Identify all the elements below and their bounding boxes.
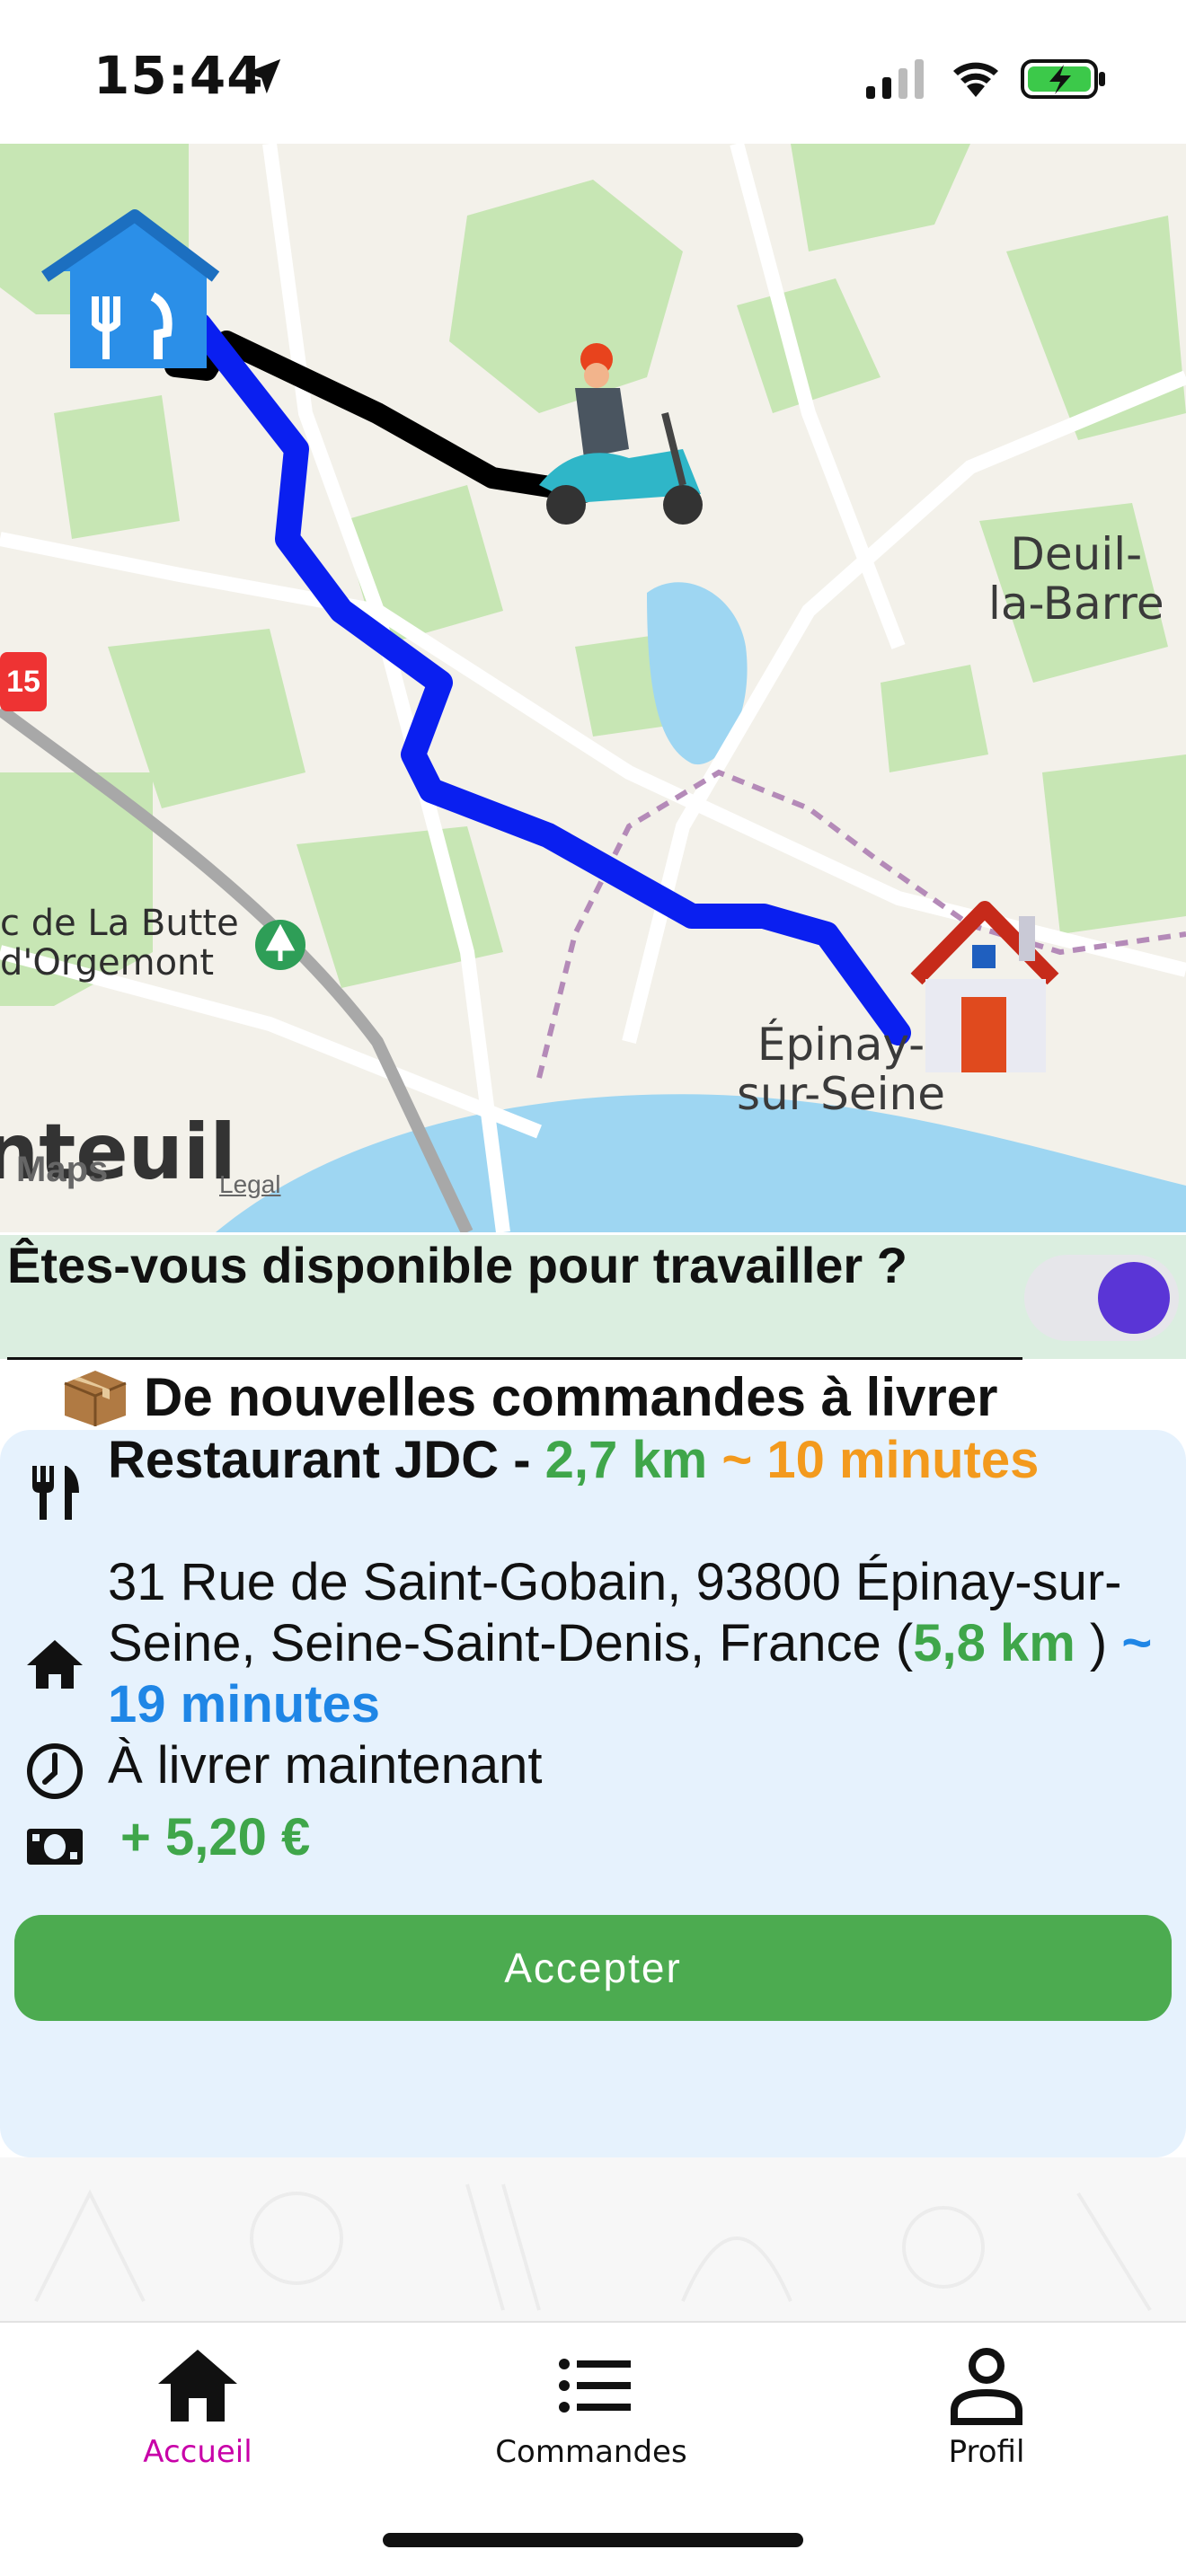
profile-icon [951,2348,1022,2425]
park-icon [255,920,305,970]
location-arrow-icon [245,58,281,94]
cash-icon [27,1829,83,1865]
map-label-epinay: Épinay- sur-Seine [737,1019,945,1120]
battery-charging-icon [1021,59,1105,99]
divider [7,1357,1022,1360]
tab-label: Profil [948,2434,1025,2470]
delivery-map[interactable]: Deuil- la-Barre Épinay- sur-Seine c de L… [0,144,1186,1232]
background-pattern [0,2157,1186,2321]
map-canvas [0,144,1186,1232]
availability-row: Êtes-vous disponible pour travailler ? [0,1235,1186,1360]
wifi-icon [953,62,998,97]
restaurant-name: Restaurant JDC - [108,1431,531,1489]
road-number-badge: 15 [0,652,47,711]
maps-logo: Maps [16,1150,109,1189]
maps-legal-link[interactable]: Legal [219,1170,281,1199]
clock-icon [27,1743,83,1799]
earnings-amount: + 5,20 € [120,1808,311,1866]
home-indicator[interactable] [383,2533,803,2547]
toggle-knob [1098,1262,1170,1334]
cellular-signal-icon [866,59,924,99]
fork-knife-icon [32,1466,79,1520]
accept-button[interactable]: Accepter [14,1915,1172,2021]
availability-toggle[interactable] [1024,1255,1179,1341]
new-orders-header: De nouvelles commandes à livrer [59,1365,997,1428]
home-icon [27,1640,83,1689]
delivery-time: À livrer maintenant [108,1736,543,1795]
restaurant-info: Restaurant JDC - 2,7 km ~ 10 minutes [108,1430,1182,1491]
package-icon [64,1371,127,1426]
tab-accueil[interactable]: Accueil [63,2344,332,2479]
map-label-park: c de La Butte d'Orgemont [0,903,239,984]
home-icon [158,2350,237,2422]
restaurant-eta: ~ 10 minutes [721,1431,1040,1489]
availability-question: Êtes-vous disponible pour travailler ? [7,1237,907,1293]
status-bar: 15:44 [0,0,1186,144]
restaurant-distance: 2,7 km [544,1431,708,1489]
tab-profil[interactable]: Profil [852,2344,1121,2479]
food-doodles [34,2183,1152,2312]
tab-commandes[interactable]: Commandes [456,2344,726,2479]
list-icon [559,2359,631,2413]
tab-label: Commandes [495,2434,687,2470]
customer-distance: 5,8 km [913,1614,1075,1672]
order-card[interactable]: Restaurant JDC - 2,7 km ~ 10 minutes 31 … [0,1430,1186,2157]
new-orders-title: De nouvelles commandes à livrer [144,1366,998,1427]
tab-label: Accueil [143,2434,252,2470]
delivery-address: 31 Rue de Saint-Gobain, 93800 Épinay-sur… [108,1552,1182,1735]
address-close: ) [1089,1614,1108,1672]
status-time: 15:44 [93,45,264,106]
map-label-deuil: Deuil- la-Barre [988,528,1164,630]
